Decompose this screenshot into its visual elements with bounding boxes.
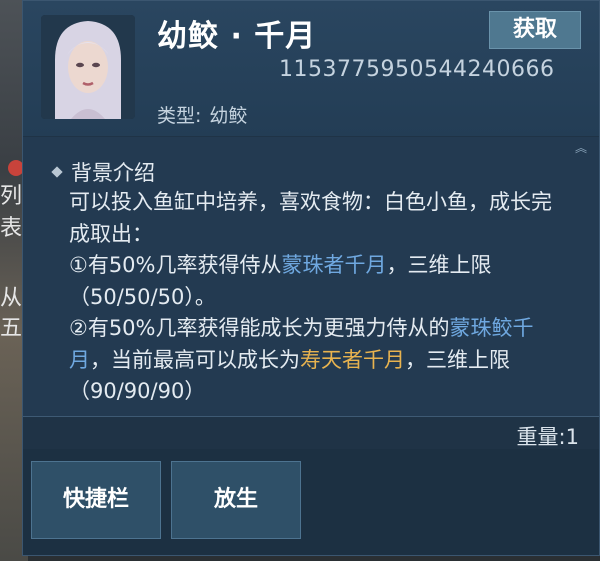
action-footer: 快捷栏 放生	[23, 449, 599, 555]
divider	[23, 416, 599, 417]
item-type-row: 类型: 幼鲛	[157, 101, 247, 128]
option2-text: ②有50%几率获得能成长为更强力侍从的	[69, 316, 450, 340]
description-body: 可以投入鱼缸中培养，喜欢食物：白色小鱼，成长完成取出： ①有50%几率获得侍从蒙…	[69, 187, 569, 408]
highlight-name: 蒙珠者千月	[281, 253, 387, 277]
release-button[interactable]: 放生	[171, 461, 301, 539]
weight-label: 重量:	[516, 425, 566, 449]
diamond-bullet-icon	[51, 166, 63, 178]
item-tooltip-panel: 幼鲛 · 千月 获取 1153775950544240666 类型: 幼鲛 ︽ 背…	[22, 0, 600, 556]
type-label: 类型:	[157, 105, 202, 127]
section-title: 背景介绍	[71, 161, 155, 185]
weight-value: 1	[565, 425, 579, 449]
section-header: 背景介绍	[51, 157, 155, 187]
scroll-up-icon[interactable]: ︽	[575, 142, 587, 154]
option1-text: ①有50%几率获得侍从	[69, 253, 282, 277]
description-section: ︽ 背景介绍 可以投入鱼缸中培养，喜欢食物：白色小鱼，成长完成取出： ①有50%…	[23, 137, 599, 417]
description-line: 可以投入鱼缸中培养，喜欢食物：白色小鱼，成长完成取出：	[69, 190, 552, 246]
highlight-name-gold: 寿天者千月	[300, 347, 405, 372]
item-header: 幼鲛 · 千月 获取 1153775950544240666 类型: 幼鲛	[23, 1, 599, 136]
quickbar-button[interactable]: 快捷栏	[31, 461, 161, 539]
type-value: 幼鲛	[209, 105, 248, 127]
weight-row: 重量:1	[517, 421, 579, 451]
obtain-button[interactable]: 获取	[489, 11, 581, 49]
option2-mid: ，当前最高可以成长为	[90, 347, 300, 372]
item-id: 1153775950544240666	[279, 57, 555, 82]
character-portrait-icon	[41, 15, 135, 119]
item-name: 幼鲛 · 千月	[157, 19, 317, 54]
